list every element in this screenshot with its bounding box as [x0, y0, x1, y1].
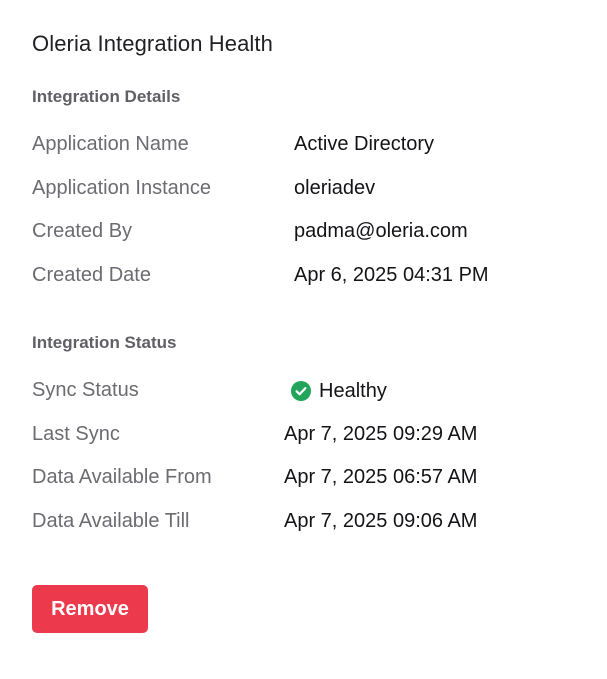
- created-by-value: padma@oleria.com: [294, 220, 468, 242]
- application-instance-value: oleriadev: [294, 177, 376, 199]
- check-circle-icon: [291, 381, 311, 401]
- data-available-from-label: Data Available From: [32, 466, 212, 488]
- data-available-till-value: Apr 7, 2025 09:06 AM: [284, 510, 478, 532]
- application-name-label: Application Name: [32, 133, 189, 155]
- last-sync-value: Apr 7, 2025 09:29 AM: [284, 423, 478, 445]
- created-date-label: Created Date: [32, 264, 151, 286]
- application-instance-label: Application Instance: [32, 177, 212, 199]
- integration-status-heading: Integration Status: [32, 333, 177, 352]
- data-available-till-label: Data Available Till: [32, 510, 190, 532]
- sync-status-value: Healthy: [319, 379, 387, 402]
- created-date-value: Apr 6, 2025 04:31 PM: [294, 264, 489, 286]
- application-name-value: Active Directory: [294, 133, 435, 155]
- page-title: Oleria Integration Health: [32, 31, 273, 56]
- data-available-from-value: Apr 7, 2025 06:57 AM: [284, 466, 478, 488]
- sync-status-badge: Healthy: [291, 378, 387, 404]
- integration-details-heading: Integration Details: [32, 87, 181, 106]
- last-sync-label: Last Sync: [32, 423, 120, 445]
- integration-health-panel: Oleria Integration Health Integration De…: [0, 0, 607, 679]
- created-by-label: Created By: [32, 220, 133, 242]
- sync-status-label: Sync Status: [32, 379, 139, 401]
- remove-button[interactable]: Remove: [32, 585, 148, 633]
